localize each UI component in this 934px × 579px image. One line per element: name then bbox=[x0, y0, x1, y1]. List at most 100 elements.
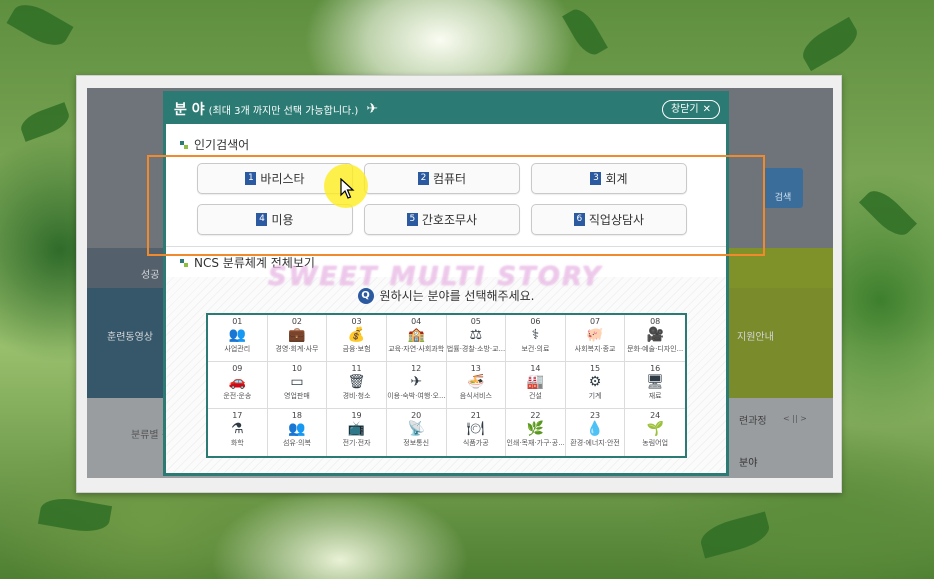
ncs-category-label: 기계 bbox=[588, 392, 602, 400]
site-text: 분야 bbox=[739, 458, 758, 469]
nurse-icon: ⚕ bbox=[531, 327, 540, 343]
ncs-category-number: 05 bbox=[470, 317, 481, 326]
ncs-category-label: 교육·자연·사회과학 bbox=[388, 345, 445, 353]
ncs-category-number: 24 bbox=[650, 411, 661, 420]
background-leaf bbox=[6, 0, 74, 53]
camera-icon: 🎥 bbox=[646, 327, 664, 343]
briefcase-icon: 💼 bbox=[288, 327, 306, 343]
ncs-category-label: 농림어업 bbox=[642, 439, 669, 447]
ncs-category-number: 17 bbox=[232, 411, 243, 420]
ncs-category-number: 20 bbox=[411, 411, 422, 420]
ncs-category-cell[interactable]: 22 🌿 인쇄·목재·가구·공... bbox=[506, 409, 566, 456]
ncs-category-cell[interactable]: 16 🖥 재료 bbox=[625, 362, 685, 409]
ncs-category-label: 사업관리 bbox=[224, 345, 251, 353]
ncs-category-cell[interactable]: 09 🚗 운전·운송 bbox=[208, 362, 268, 409]
ncs-category-number: 04 bbox=[411, 317, 422, 326]
ncs-category-number: 23 bbox=[589, 411, 601, 420]
ncs-category-cell[interactable]: 13 🍜 음식서비스 bbox=[446, 362, 507, 409]
ncs-category-cell[interactable]: 05 ⚖ 법률·경찰·소방·교... bbox=[446, 315, 507, 362]
ncs-category-cell[interactable]: 21 🍽 식품가공 bbox=[447, 409, 507, 456]
close-button[interactable]: 창닫기 ✕ bbox=[662, 100, 720, 119]
ncs-category-cell[interactable]: 18 👥 섬유·의복 bbox=[268, 409, 328, 456]
ncs-category-number: 18 bbox=[291, 411, 303, 420]
building-icon: 🏭 bbox=[526, 374, 545, 390]
site-nav-arrows[interactable]: < || > bbox=[783, 414, 807, 423]
ncs-category-number: 22 bbox=[530, 411, 541, 420]
search-button[interactable]: 검색 bbox=[763, 168, 803, 208]
background-leaf bbox=[797, 16, 863, 72]
ncs-body: Q 원하시는 분야를 선택해주세요. 01 👥 사업관리 02 💼 경영·회계·사무 03 💰… bbox=[166, 277, 726, 473]
people-icon: 👥 bbox=[228, 327, 247, 343]
ncs-category-cell[interactable]: 24 🌱 농림어업 bbox=[625, 409, 685, 456]
ncs-category-cell[interactable]: 01 👥 사업관리 bbox=[208, 315, 268, 362]
ncs-category-number: 11 bbox=[351, 364, 362, 373]
gavel-icon: ⚖ bbox=[469, 327, 483, 343]
ncs-category-label: 경비·청소 bbox=[342, 392, 371, 400]
piggy-bank-icon: 🐖 bbox=[586, 327, 604, 343]
ncs-category-cell[interactable]: 20 📡 정보통신 bbox=[387, 409, 447, 456]
plate-icon: 🍽 bbox=[466, 421, 485, 437]
ncs-category-number: 16 bbox=[650, 364, 661, 373]
watermark: SWEET MULTI STORY bbox=[268, 262, 603, 292]
test-tube-icon: ⚗ bbox=[231, 421, 244, 437]
leaf-icon: 🌿 bbox=[526, 421, 545, 437]
ncs-category-label: 전기·전자 bbox=[342, 439, 371, 447]
ncs-category-cell[interactable]: 19 📺 전기·전자 bbox=[327, 409, 387, 456]
ncs-category-label: 운전·운송 bbox=[223, 392, 252, 400]
ncs-category-number: 21 bbox=[470, 411, 481, 420]
site-text: 훈련동영상 bbox=[107, 332, 153, 343]
ncs-category-cell[interactable]: 23 💧 환경·에너지·안전 bbox=[566, 409, 626, 456]
ncs-category-label: 이용·숙박·여행·오... bbox=[387, 392, 446, 400]
ncs-category-number: 03 bbox=[351, 317, 362, 326]
gear-icon: ⚙ bbox=[588, 374, 602, 390]
ncs-category-cell[interactable]: 11 🗑 경비·청소 bbox=[327, 362, 387, 409]
ncs-category-label: 영업판매 bbox=[284, 392, 310, 400]
ncs-category-label: 법률·경찰·소방·교... bbox=[446, 345, 505, 353]
ncs-category-label: 문화·예술·디자인... bbox=[627, 345, 684, 353]
ncs-category-number: 07 bbox=[589, 317, 601, 326]
ncs-category-cell[interactable]: 04 🏫 교육·자연·사회과학 bbox=[386, 315, 447, 362]
ncs-category-number: 06 bbox=[530, 317, 541, 326]
ncs-category-cell[interactable]: 17 ⚗ 화학 bbox=[208, 409, 268, 456]
drops-icon: 💧 bbox=[586, 421, 604, 437]
ncs-category-label: 화학 bbox=[230, 439, 244, 447]
ncs-category-label: 재료 bbox=[648, 392, 662, 400]
ncs-category-number: 09 bbox=[232, 364, 243, 373]
ncs-category-number: 10 bbox=[291, 364, 303, 373]
ncs-category-label: 보건·의료 bbox=[521, 345, 550, 353]
section-bullet-icon bbox=[180, 258, 188, 267]
sold-tag-icon: ▭ bbox=[290, 374, 304, 390]
background-leaf bbox=[37, 494, 113, 536]
ncs-category-cell[interactable]: 06 ⚕ 보건·의료 bbox=[506, 315, 566, 362]
ncs-category-cell[interactable]: 07 🐖 사회복지·종교 bbox=[565, 315, 626, 362]
plant-icon: 🌱 bbox=[646, 421, 664, 437]
sparkle-icon: ✈︎ bbox=[366, 101, 379, 117]
background-leaf bbox=[17, 102, 73, 142]
site-text: 성공 bbox=[141, 270, 160, 281]
ncs-category-cell[interactable]: 03 💰 금융·보험 bbox=[327, 315, 387, 362]
section-bullet-icon bbox=[180, 140, 188, 149]
money-icon: 💰 bbox=[347, 327, 366, 343]
ncs-category-cell[interactable]: 10 ▭ 영업판매 bbox=[267, 362, 328, 409]
site-text: 지원안내 bbox=[737, 332, 774, 343]
ncs-category-number: 01 bbox=[232, 317, 243, 326]
car-icon: 🚗 bbox=[228, 374, 247, 390]
ncs-category-label: 음식서비스 bbox=[459, 392, 492, 400]
ncs-category-number: 13 bbox=[470, 364, 481, 373]
mouse-cursor-icon bbox=[340, 178, 355, 199]
background-leaf bbox=[562, 4, 608, 60]
popular-heading: 인기검색어 bbox=[166, 136, 726, 153]
ncs-category-label: 금융·보험 bbox=[342, 345, 371, 353]
ncs-category-cell[interactable]: 08 🎥 문화·예술·디자인... bbox=[625, 315, 685, 362]
ncs-category-cell[interactable]: 14 🏭 건설 bbox=[506, 362, 566, 409]
ncs-category-cell[interactable]: 12 ✈ 이용·숙박·여행·오... bbox=[386, 362, 447, 409]
ncs-category-cell[interactable]: 02 💼 경영·회계·사무 bbox=[267, 315, 328, 362]
background-leaf bbox=[697, 511, 773, 559]
airplane-icon: ✈ bbox=[410, 374, 423, 390]
popup-title: 분 야 bbox=[174, 102, 205, 118]
ncs-category-label: 환경·에너지·안전 bbox=[570, 439, 620, 447]
school-icon: 🏫 bbox=[407, 327, 425, 343]
ncs-category-cell[interactable]: 15 ⚙ 기계 bbox=[565, 362, 626, 409]
ncs-category-label: 건설 bbox=[528, 392, 542, 400]
ncs-category-number: 15 bbox=[589, 364, 601, 373]
